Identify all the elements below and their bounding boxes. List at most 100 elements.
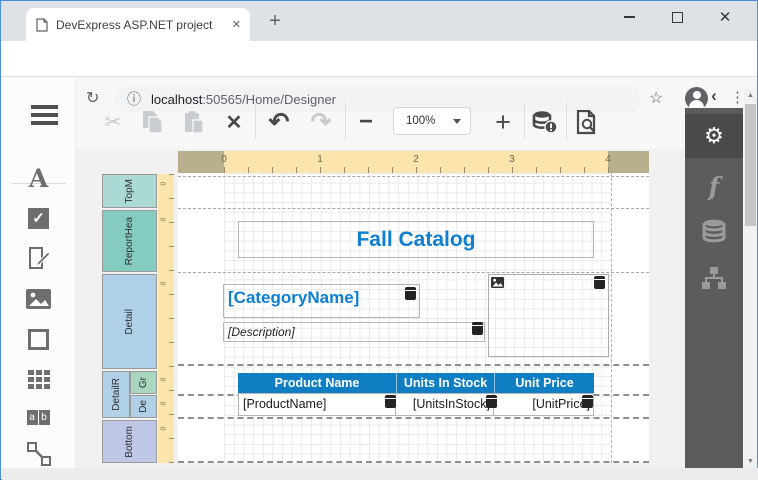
zoom-out-button[interactable]: − xyxy=(351,105,381,139)
toolbox-item-picturebox[interactable] xyxy=(1,284,76,314)
zoom-in-icon: + xyxy=(495,106,511,137)
new-tab-button[interactable]: + xyxy=(263,10,287,34)
smart-tag-icon[interactable] xyxy=(486,395,497,408)
panel-tab-expressions[interactable]: f xyxy=(685,164,743,208)
ruler-number: 4 xyxy=(605,154,611,165)
vruler-zero: 0 xyxy=(160,377,168,382)
toolbox-item-line[interactable] xyxy=(1,439,76,469)
right-dock-panel: ⚙ f xyxy=(685,108,743,468)
table-header-cell[interactable]: Units In Stock xyxy=(396,373,494,393)
band-separator xyxy=(178,364,649,366)
scroll-down-icon[interactable]: ▼ xyxy=(744,458,757,465)
description-label[interactable]: [Description] xyxy=(223,322,485,342)
window-maximize-button[interactable] xyxy=(657,1,697,33)
database-warning-icon xyxy=(532,110,558,134)
copy-button[interactable] xyxy=(137,105,167,139)
band-detail-report[interactable]: DetailR xyxy=(102,371,130,418)
cut-button[interactable]: ✂ xyxy=(99,105,127,139)
table-data-row[interactable]: [ProductName] [UnitsInStock] [UnitPrice] xyxy=(238,393,594,416)
panel-tab-report-explorer[interactable] xyxy=(685,256,743,300)
scroll-up-icon[interactable]: ▲ xyxy=(744,92,757,99)
band-bottom-margin[interactable]: Bottom xyxy=(102,420,157,463)
ruler-number: 2 xyxy=(413,154,419,165)
band-separator xyxy=(178,176,649,177)
table-data-cell[interactable]: [UnitPrice] xyxy=(494,393,594,416)
tab-close-icon[interactable]: ✕ xyxy=(232,18,241,31)
copy-icon xyxy=(141,110,163,134)
line-tool-icon xyxy=(26,442,51,466)
tab-title: DevExpress ASP.NET project xyxy=(56,17,213,32)
page-favicon-icon xyxy=(36,17,48,32)
band-detail[interactable]: Detail xyxy=(102,274,157,369)
toolbox-item-label[interactable]: A xyxy=(1,163,76,193)
cut-icon: ✂ xyxy=(104,110,122,134)
undo-button[interactable]: ↶ xyxy=(263,105,295,139)
smart-tag-icon[interactable] xyxy=(594,276,605,289)
redo-button[interactable]: ↷ xyxy=(305,105,337,139)
browser-window: DevExpress ASP.NET project ✕ + ✕ ← → ↻ ⓘ… xyxy=(0,0,758,480)
picture-box[interactable] xyxy=(488,274,609,357)
horizontal-ruler: 0 1 2 3 4 xyxy=(178,151,649,173)
hamburger-bar xyxy=(31,105,58,109)
band-separator xyxy=(178,417,649,419)
toolbox-item-table[interactable] xyxy=(1,364,76,394)
panel-collapse-button[interactable]: ‹ xyxy=(685,85,743,107)
delete-icon: ✕ xyxy=(225,111,243,134)
ruler-number: 3 xyxy=(509,154,515,165)
zoom-in-button[interactable]: + xyxy=(488,105,518,139)
smart-tag-icon[interactable] xyxy=(405,287,416,300)
delete-button[interactable]: ✕ xyxy=(219,105,249,139)
scrollbar-thumb[interactable] xyxy=(745,104,756,226)
close-icon: ✕ xyxy=(718,8,732,26)
category-name-label[interactable]: [CategoryName] xyxy=(223,284,420,318)
hierarchy-icon xyxy=(701,266,727,290)
table-data-cell[interactable]: [UnitsInStock] xyxy=(396,393,494,416)
window-minimize-button[interactable] xyxy=(609,1,649,33)
band-separator xyxy=(178,272,649,273)
vertical-scrollbar[interactable]: ▲ ▼ xyxy=(744,89,757,468)
ruler-number: 1 xyxy=(317,154,323,165)
band-group-header[interactable]: Gr xyxy=(130,371,157,394)
ruler-number: 0 xyxy=(221,154,227,165)
panel-tool-icon xyxy=(28,328,49,350)
browser-tab[interactable]: DevExpress ASP.NET project ✕ xyxy=(26,8,250,41)
panel-tab-field-list[interactable] xyxy=(685,210,743,254)
zoom-level-select[interactable]: 100% xyxy=(393,107,471,135)
report-title-label[interactable]: Fall Catalog xyxy=(238,221,594,258)
vruler-zero: 0 xyxy=(160,426,168,431)
zoom-level-value: 100% xyxy=(406,115,436,127)
toolbox-item-checkbox[interactable]: ✓ xyxy=(1,203,76,233)
chevron-down-icon xyxy=(453,118,461,124)
character-comb-tool-icon: ab xyxy=(26,409,51,425)
toolbox-item-richtext[interactable] xyxy=(1,243,76,273)
paste-icon xyxy=(183,110,205,134)
band-report-header[interactable]: ReportHea xyxy=(102,210,157,272)
maximize-icon xyxy=(671,11,683,23)
toolbox-item-character-comb[interactable]: ab xyxy=(1,402,76,432)
undo-icon: ↶ xyxy=(268,108,290,136)
band-top-margin[interactable]: TopM xyxy=(102,174,157,208)
window-close-button[interactable]: ✕ xyxy=(705,1,745,33)
table-header-row[interactable]: Product Name Units In Stock Unit Price xyxy=(238,373,594,393)
band-sub-detail[interactable]: De xyxy=(130,395,157,418)
vruler-zero: 0 xyxy=(160,401,168,406)
smart-tag-icon[interactable] xyxy=(385,395,396,408)
menu-hamburger-button[interactable] xyxy=(31,105,58,129)
address-bar: ← → ↻ ⓘ localhost:50565/Home/Designer ☆ … xyxy=(1,41,757,112)
table-tool-icon xyxy=(27,369,50,389)
paste-button[interactable] xyxy=(179,105,209,139)
vruler-zero: 0 xyxy=(160,281,168,286)
table-header-cell[interactable]: Product Name xyxy=(238,373,396,393)
zoom-out-icon: − xyxy=(358,108,373,135)
panel-tab-properties[interactable]: ⚙ xyxy=(685,114,743,158)
smart-tag-icon[interactable] xyxy=(472,322,483,335)
preview-button[interactable] xyxy=(571,105,603,139)
hamburger-bar xyxy=(31,113,58,117)
redo-icon: ↷ xyxy=(310,108,332,136)
table-data-cell[interactable]: [ProductName] xyxy=(238,393,396,416)
richtext-tool-icon xyxy=(28,246,50,270)
validate-bindings-button[interactable] xyxy=(529,105,561,139)
toolbox-item-panel[interactable] xyxy=(1,324,76,354)
table-header-cell[interactable]: Unit Price xyxy=(494,373,594,393)
smart-tag-icon[interactable] xyxy=(582,395,593,408)
